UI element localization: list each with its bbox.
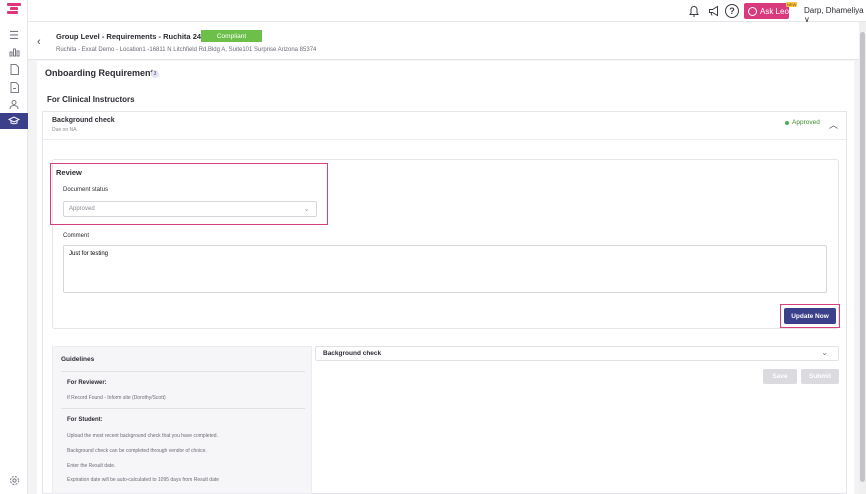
divider	[61, 408, 305, 409]
divider	[61, 371, 305, 372]
page-header: ‹ Group Level - Requirements - Ruchita 2…	[28, 22, 859, 60]
top-bar: ? Ask Leo NEW Darp, Dhameliya ∨	[28, 0, 866, 24]
leo-bot-icon	[748, 6, 757, 16]
chevron-down-icon: ⌄	[303, 204, 310, 213]
new-tag: NEW	[786, 2, 798, 7]
requirement-count-badge: 3	[151, 70, 159, 78]
requirement-due: Due on NA	[52, 127, 77, 133]
student-heading: For Student:	[67, 417, 103, 423]
guidelines-title: Guidelines	[61, 356, 95, 363]
approval-status: Approved	[785, 119, 820, 126]
submit-button[interactable]: Submit	[801, 369, 839, 384]
document-status-label: Document status	[63, 187, 109, 193]
ask-leo-button[interactable]: Ask Leo	[744, 3, 789, 19]
people-icon[interactable]	[6, 97, 22, 111]
student-item: Expiration date will be auto-calculated …	[67, 477, 220, 483]
page-title: Group Level - Requirements - Ruchita 24f…	[56, 32, 213, 41]
reviewer-heading: For Reviewer:	[67, 380, 107, 386]
document-icon[interactable]	[6, 62, 22, 76]
graduation-cap-icon[interactable]	[0, 113, 28, 129]
left-rail: ☰	[0, 0, 28, 494]
student-item: Background check can be completed throug…	[67, 448, 207, 454]
vertical-scrollbar[interactable]	[859, 22, 866, 494]
review-title: Review	[56, 168, 82, 177]
analytics-icon[interactable]	[6, 45, 22, 59]
compliance-badge: Compliant	[201, 30, 262, 42]
section-heading: Onboarding Requirements	[45, 68, 159, 78]
approval-status-label: Approved	[792, 119, 820, 126]
ask-leo-label: Ask Leo	[760, 6, 789, 16]
chevron-down-icon: ⌄	[821, 348, 828, 357]
status-dot-icon	[785, 120, 789, 125]
requirement-title: Background check	[52, 117, 115, 124]
submission-title: Background check	[323, 350, 382, 357]
comment-label: Comment	[63, 233, 90, 239]
app-logo[interactable]	[7, 3, 21, 19]
divider	[43, 139, 846, 140]
page-subtitle: Ruchita - Exxat Demo - Location1 -16811 …	[56, 47, 317, 53]
help-icon[interactable]: ?	[725, 3, 739, 19]
save-button[interactable]: Save	[763, 369, 797, 384]
menu-icon[interactable]: ☰	[6, 28, 22, 42]
guidelines-panel: Guidelines For Reviewer: If Record Found…	[52, 346, 312, 494]
reviewer-item: If Record Found - Inform site (Dorothy/S…	[67, 395, 166, 401]
back-chevron-icon[interactable]: ‹	[37, 36, 41, 48]
bell-icon[interactable]	[688, 3, 700, 19]
document-status-select[interactable]: Approved ⌄	[63, 201, 317, 217]
student-item: Enter the Result date.	[67, 463, 116, 469]
submission-accordion[interactable]: Background check ⌄	[315, 346, 839, 361]
settings-icon[interactable]	[6, 473, 22, 487]
collapse-chevron-icon[interactable]: ︿	[829, 118, 838, 131]
student-item: Upload the most recent background check …	[67, 433, 218, 439]
file-check-icon[interactable]	[6, 80, 22, 94]
subsection-heading: For Clinical Instructors	[47, 95, 135, 104]
document-status-value: Approved	[69, 206, 95, 212]
comment-textarea[interactable]: Just for testing	[63, 245, 827, 293]
update-now-button[interactable]: Update Now	[784, 308, 836, 324]
megaphone-icon[interactable]	[708, 3, 721, 19]
